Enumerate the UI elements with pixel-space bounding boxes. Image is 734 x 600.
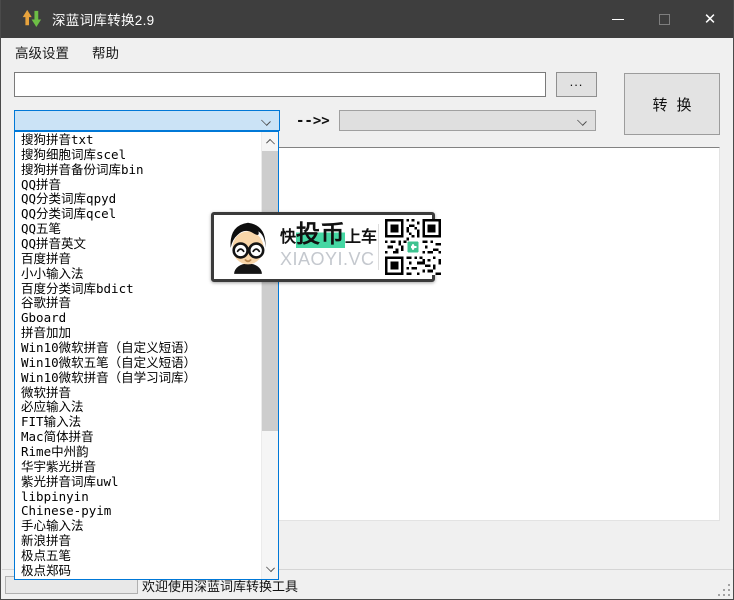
list-item[interactable]: FIT输入法	[15, 415, 261, 430]
source-format-dropdown: 搜狗拼音txt搜狗细胞词库scel搜狗拼音备份词库binQQ拼音QQ分类词库qp…	[14, 131, 279, 580]
scroll-down-icon[interactable]	[262, 562, 278, 579]
banner-divider	[378, 224, 379, 270]
scrollbar-thumb[interactable]	[262, 151, 278, 431]
title-bar[interactable]: 深蓝词库转换2.9 ✕	[1, 0, 733, 38]
format-list: 搜狗拼音txt搜狗细胞词库scel搜狗拼音备份词库binQQ拼音QQ分类词库qp…	[15, 132, 261, 579]
direction-arrow-label: -->>	[296, 110, 336, 131]
list-item[interactable]: 紫光拼音词库uwl	[15, 475, 261, 490]
list-item[interactable]: libpinyin	[15, 490, 261, 505]
browse-button[interactable]: ...	[556, 72, 597, 97]
list-item[interactable]: Win10微软五笔（自定义短语）	[15, 356, 261, 371]
minimize-button[interactable]	[595, 0, 641, 38]
scrollbar-track[interactable]	[262, 149, 278, 562]
close-icon: ✕	[704, 12, 717, 27]
maximize-icon	[659, 14, 670, 25]
list-item[interactable]: 微软拼音	[15, 386, 261, 401]
list-item[interactable]: Win10微软拼音（自定义短语）	[15, 341, 261, 356]
target-format-combobox[interactable]	[339, 110, 596, 131]
list-item[interactable]: 搜狗拼音txt	[15, 133, 261, 148]
close-button[interactable]: ✕	[687, 0, 733, 38]
promo-banner: 快投币上车 XIAOYI.VC	[211, 212, 435, 282]
source-format-combobox[interactable]	[14, 110, 280, 131]
list-item[interactable]: QQ拼音	[15, 178, 261, 193]
resize-grip-icon[interactable]	[717, 583, 730, 596]
list-item[interactable]: 百度分类词库bdict	[15, 282, 261, 297]
list-item[interactable]: Gboard	[15, 311, 261, 326]
menu-help[interactable]: 帮助	[82, 37, 129, 67]
convert-button[interactable]: 转 换	[624, 73, 720, 135]
list-item[interactable]: 谷歌拼音	[15, 296, 261, 311]
list-item[interactable]: 手心输入法	[15, 519, 261, 534]
scroll-up-icon[interactable]	[262, 132, 278, 149]
minimize-icon	[612, 19, 624, 20]
qr-code	[385, 219, 441, 275]
maximize-button	[641, 0, 687, 38]
menu-advanced-settings[interactable]: 高级设置	[5, 37, 79, 67]
list-item[interactable]: Mac简体拼音	[15, 430, 261, 445]
list-item[interactable]: 极点郑码	[15, 564, 261, 579]
dropdown-scrollbar[interactable]	[261, 132, 278, 579]
window-title: 深蓝词库转换2.9	[52, 9, 154, 29]
list-item[interactable]: 搜狗细胞词库scel	[15, 148, 261, 163]
file-path-input[interactable]	[14, 72, 546, 97]
list-item[interactable]: 新浪拼音	[15, 534, 261, 549]
app-icon	[22, 9, 42, 29]
list-item[interactable]: 拼音加加	[15, 326, 261, 341]
banner-site: XIAOYI.VC	[280, 248, 376, 270]
avatar	[222, 218, 274, 276]
banner-slogan: 快投币上车	[280, 225, 376, 248]
banner-highlight: 投币	[296, 221, 345, 248]
banner-text: 快投币上车 XIAOYI.VC	[280, 225, 376, 270]
list-item[interactable]: Chinese-pyim	[15, 504, 261, 519]
menu-bar: 高级设置 帮助	[2, 38, 734, 66]
list-item[interactable]: Rime中州韵	[15, 445, 261, 460]
app-window: 深蓝词库转换2.9 ✕ 高级设置 帮助 ... 转 换 -->> 搜狗拼音txt…	[0, 0, 734, 600]
list-item[interactable]: 搜狗拼音备份词库bin	[15, 163, 261, 178]
chevron-down-icon	[578, 116, 587, 125]
list-item[interactable]: 华宇紫光拼音	[15, 460, 261, 475]
list-item[interactable]: 极点五笔	[15, 549, 261, 564]
list-item[interactable]: 必应输入法	[15, 400, 261, 415]
list-item[interactable]: QQ分类词库qpyd	[15, 192, 261, 207]
chevron-down-icon	[262, 116, 271, 125]
list-item[interactable]: Win10微软拼音（自学习词库）	[15, 371, 261, 386]
